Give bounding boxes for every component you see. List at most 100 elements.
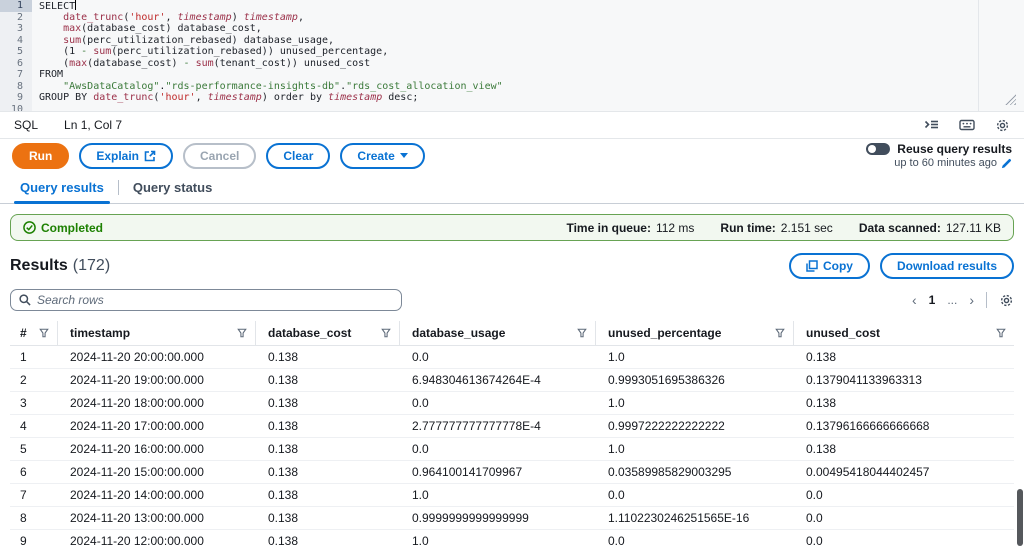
copy-icon [806, 260, 818, 272]
table-row[interactable]: 92024-11-20 12:00:00.0000.1381.00.00.0 [10, 530, 1014, 547]
reuse-results-toggle[interactable] [866, 143, 890, 155]
editor-line: 10 [0, 104, 1024, 112]
table-row[interactable]: 62024-11-20 15:00:00.0000.1380.964100141… [10, 461, 1014, 484]
code-text[interactable]: (max(database_cost) - sum(tenant_cost)) … [32, 58, 370, 70]
table-row[interactable]: 82024-11-20 13:00:00.0000.1380.999999999… [10, 507, 1014, 530]
search-rows-input[interactable] [37, 293, 393, 307]
metric-value: 112 ms [656, 221, 694, 235]
table-cell: 1.0 [400, 534, 596, 547]
code-text[interactable]: sum(perc_utilization_rebased) database_u… [32, 35, 334, 47]
results-count: (172) [73, 257, 110, 275]
filter-funnel-icon[interactable] [577, 328, 587, 338]
code-token: (1 [39, 46, 81, 57]
editor-settings-gear-icon[interactable] [995, 118, 1010, 133]
code-text[interactable]: FROM [32, 69, 63, 81]
code-text[interactable]: GROUP BY date_trunc('hour', timestamp) o… [32, 92, 418, 104]
filter-funnel-icon[interactable] [237, 328, 247, 338]
column-header-database_usage[interactable]: database_usage [400, 321, 596, 345]
line-number: 5 [0, 46, 32, 58]
code-text[interactable]: max(database_cost) database_cost, [32, 23, 262, 35]
column-header-row-number[interactable]: # [10, 321, 58, 345]
column-header-unused_percentage[interactable]: unused_percentage [596, 321, 794, 345]
line-number: 2 [0, 12, 32, 24]
editor-line: 7FROM [0, 69, 1024, 81]
current-page-number[interactable]: 1 [929, 293, 936, 307]
format-query-icon[interactable] [924, 118, 939, 132]
table-row[interactable]: 32024-11-20 18:00:00.0000.1380.01.00.138 [10, 392, 1014, 415]
table-preferences-gear-icon[interactable] [999, 293, 1014, 308]
previous-page-button[interactable]: ‹ [912, 293, 917, 307]
table-cell: 2024-11-20 15:00:00.000 [58, 465, 256, 479]
tab-query-results[interactable]: Query results [6, 172, 118, 203]
search-rows-box[interactable] [10, 289, 402, 311]
table-cell: 1 [10, 350, 58, 364]
table-cell: 0.138 [256, 373, 400, 387]
edit-pencil-icon[interactable] [1001, 158, 1012, 169]
editor-status-bar: SQL Ln 1, Col 7 [0, 111, 1024, 139]
table-cell: 9 [10, 534, 58, 547]
column-header-label: database_cost [268, 326, 351, 340]
results-table: #timestampdatabase_costdatabase_usageunu… [10, 321, 1014, 547]
search-icon [19, 294, 31, 306]
create-button[interactable]: Create [340, 143, 424, 169]
run-button[interactable]: Run [12, 143, 69, 169]
table-cell: 0.9999999999999999 [400, 511, 596, 525]
table-cell: 0.00495418044402457 [794, 465, 1014, 479]
table-cell: 5 [10, 442, 58, 456]
code-token [39, 81, 63, 92]
line-number: 6 [0, 58, 32, 70]
query-metric: Run time:2.151 sec [720, 221, 832, 235]
query-actions-bar: Run Explain Cancel Clear Create Reuse qu… [0, 139, 1024, 172]
query-completed-banner: Completed Time in queue:112 msRun time:2… [10, 214, 1014, 241]
clear-button[interactable]: Clear [266, 143, 330, 169]
code-text[interactable]: "AwsDataCatalog"."rds-performance-insigh… [32, 81, 503, 93]
filter-funnel-icon[interactable] [39, 328, 49, 338]
tab-query-status[interactable]: Query status [119, 172, 226, 203]
column-header-unused_cost[interactable]: unused_cost [794, 321, 1014, 345]
table-cell: 0.9997222222222222 [596, 419, 794, 433]
table-row[interactable]: 12024-11-20 20:00:00.0000.1380.01.00.138 [10, 346, 1014, 369]
download-results-button[interactable]: Download results [880, 253, 1014, 279]
code-token: ( [39, 58, 69, 69]
table-cell: 0.138 [256, 511, 400, 525]
code-token: "rds_cost_allocation_view" [346, 81, 503, 92]
code-text[interactable]: SELECT [32, 0, 76, 12]
table-cell: 0.0 [596, 534, 794, 547]
table-cell: 0.0 [794, 488, 1014, 502]
code-text[interactable]: date_trunc('hour', timestamp) timestamp, [32, 12, 304, 24]
filter-funnel-icon[interactable] [775, 328, 785, 338]
code-text[interactable]: (1 - sum(perc_utilization_rebased)) unus… [32, 46, 388, 58]
column-header-timestamp[interactable]: timestamp [58, 321, 256, 345]
table-cell: 2024-11-20 17:00:00.000 [58, 419, 256, 433]
page-scrollbar[interactable] [1017, 489, 1023, 546]
table-cell: 1.0 [596, 442, 794, 456]
filter-funnel-icon[interactable] [381, 328, 391, 338]
keyboard-shortcuts-icon[interactable] [959, 118, 975, 132]
next-page-button[interactable]: › [969, 293, 974, 307]
query-metric: Data scanned:127.11 KB [859, 221, 1001, 235]
reuse-results-label: Reuse query results [897, 142, 1012, 156]
table-row[interactable]: 52024-11-20 16:00:00.0000.1380.01.00.138 [10, 438, 1014, 461]
table-cell: 2024-11-20 14:00:00.000 [58, 488, 256, 502]
sql-editor[interactable]: 1SELECT2 date_trunc('hour', timestamp) t… [0, 0, 1024, 111]
code-token [39, 23, 63, 34]
table-cell: 0.138 [794, 442, 1014, 456]
table-row[interactable]: 72024-11-20 14:00:00.0000.1381.00.00.0 [10, 484, 1014, 507]
explain-button[interactable]: Explain [79, 143, 173, 169]
table-row[interactable]: 42024-11-20 17:00:00.0000.1382.777777777… [10, 415, 1014, 438]
code-token: timestamp [244, 12, 298, 23]
copy-button[interactable]: Copy [789, 253, 870, 279]
table-cell: 1.1102230246251565E-16 [596, 511, 794, 525]
code-token: sum [196, 58, 214, 69]
column-header-database_cost[interactable]: database_cost [256, 321, 400, 345]
filter-funnel-icon[interactable] [996, 328, 1006, 338]
code-text[interactable] [32, 104, 39, 112]
table-cell: 7 [10, 488, 58, 502]
code-token: date_trunc [63, 12, 123, 23]
table-row[interactable]: 22024-11-20 19:00:00.0000.1386.948304613… [10, 369, 1014, 392]
table-cell: 0.138 [256, 488, 400, 502]
code-token: desc; [382, 92, 418, 103]
code-token: (database_cost) database_cost, [81, 23, 262, 34]
external-link-icon [144, 150, 156, 162]
code-token: (tenant_cost)) unused_cost [214, 58, 371, 69]
